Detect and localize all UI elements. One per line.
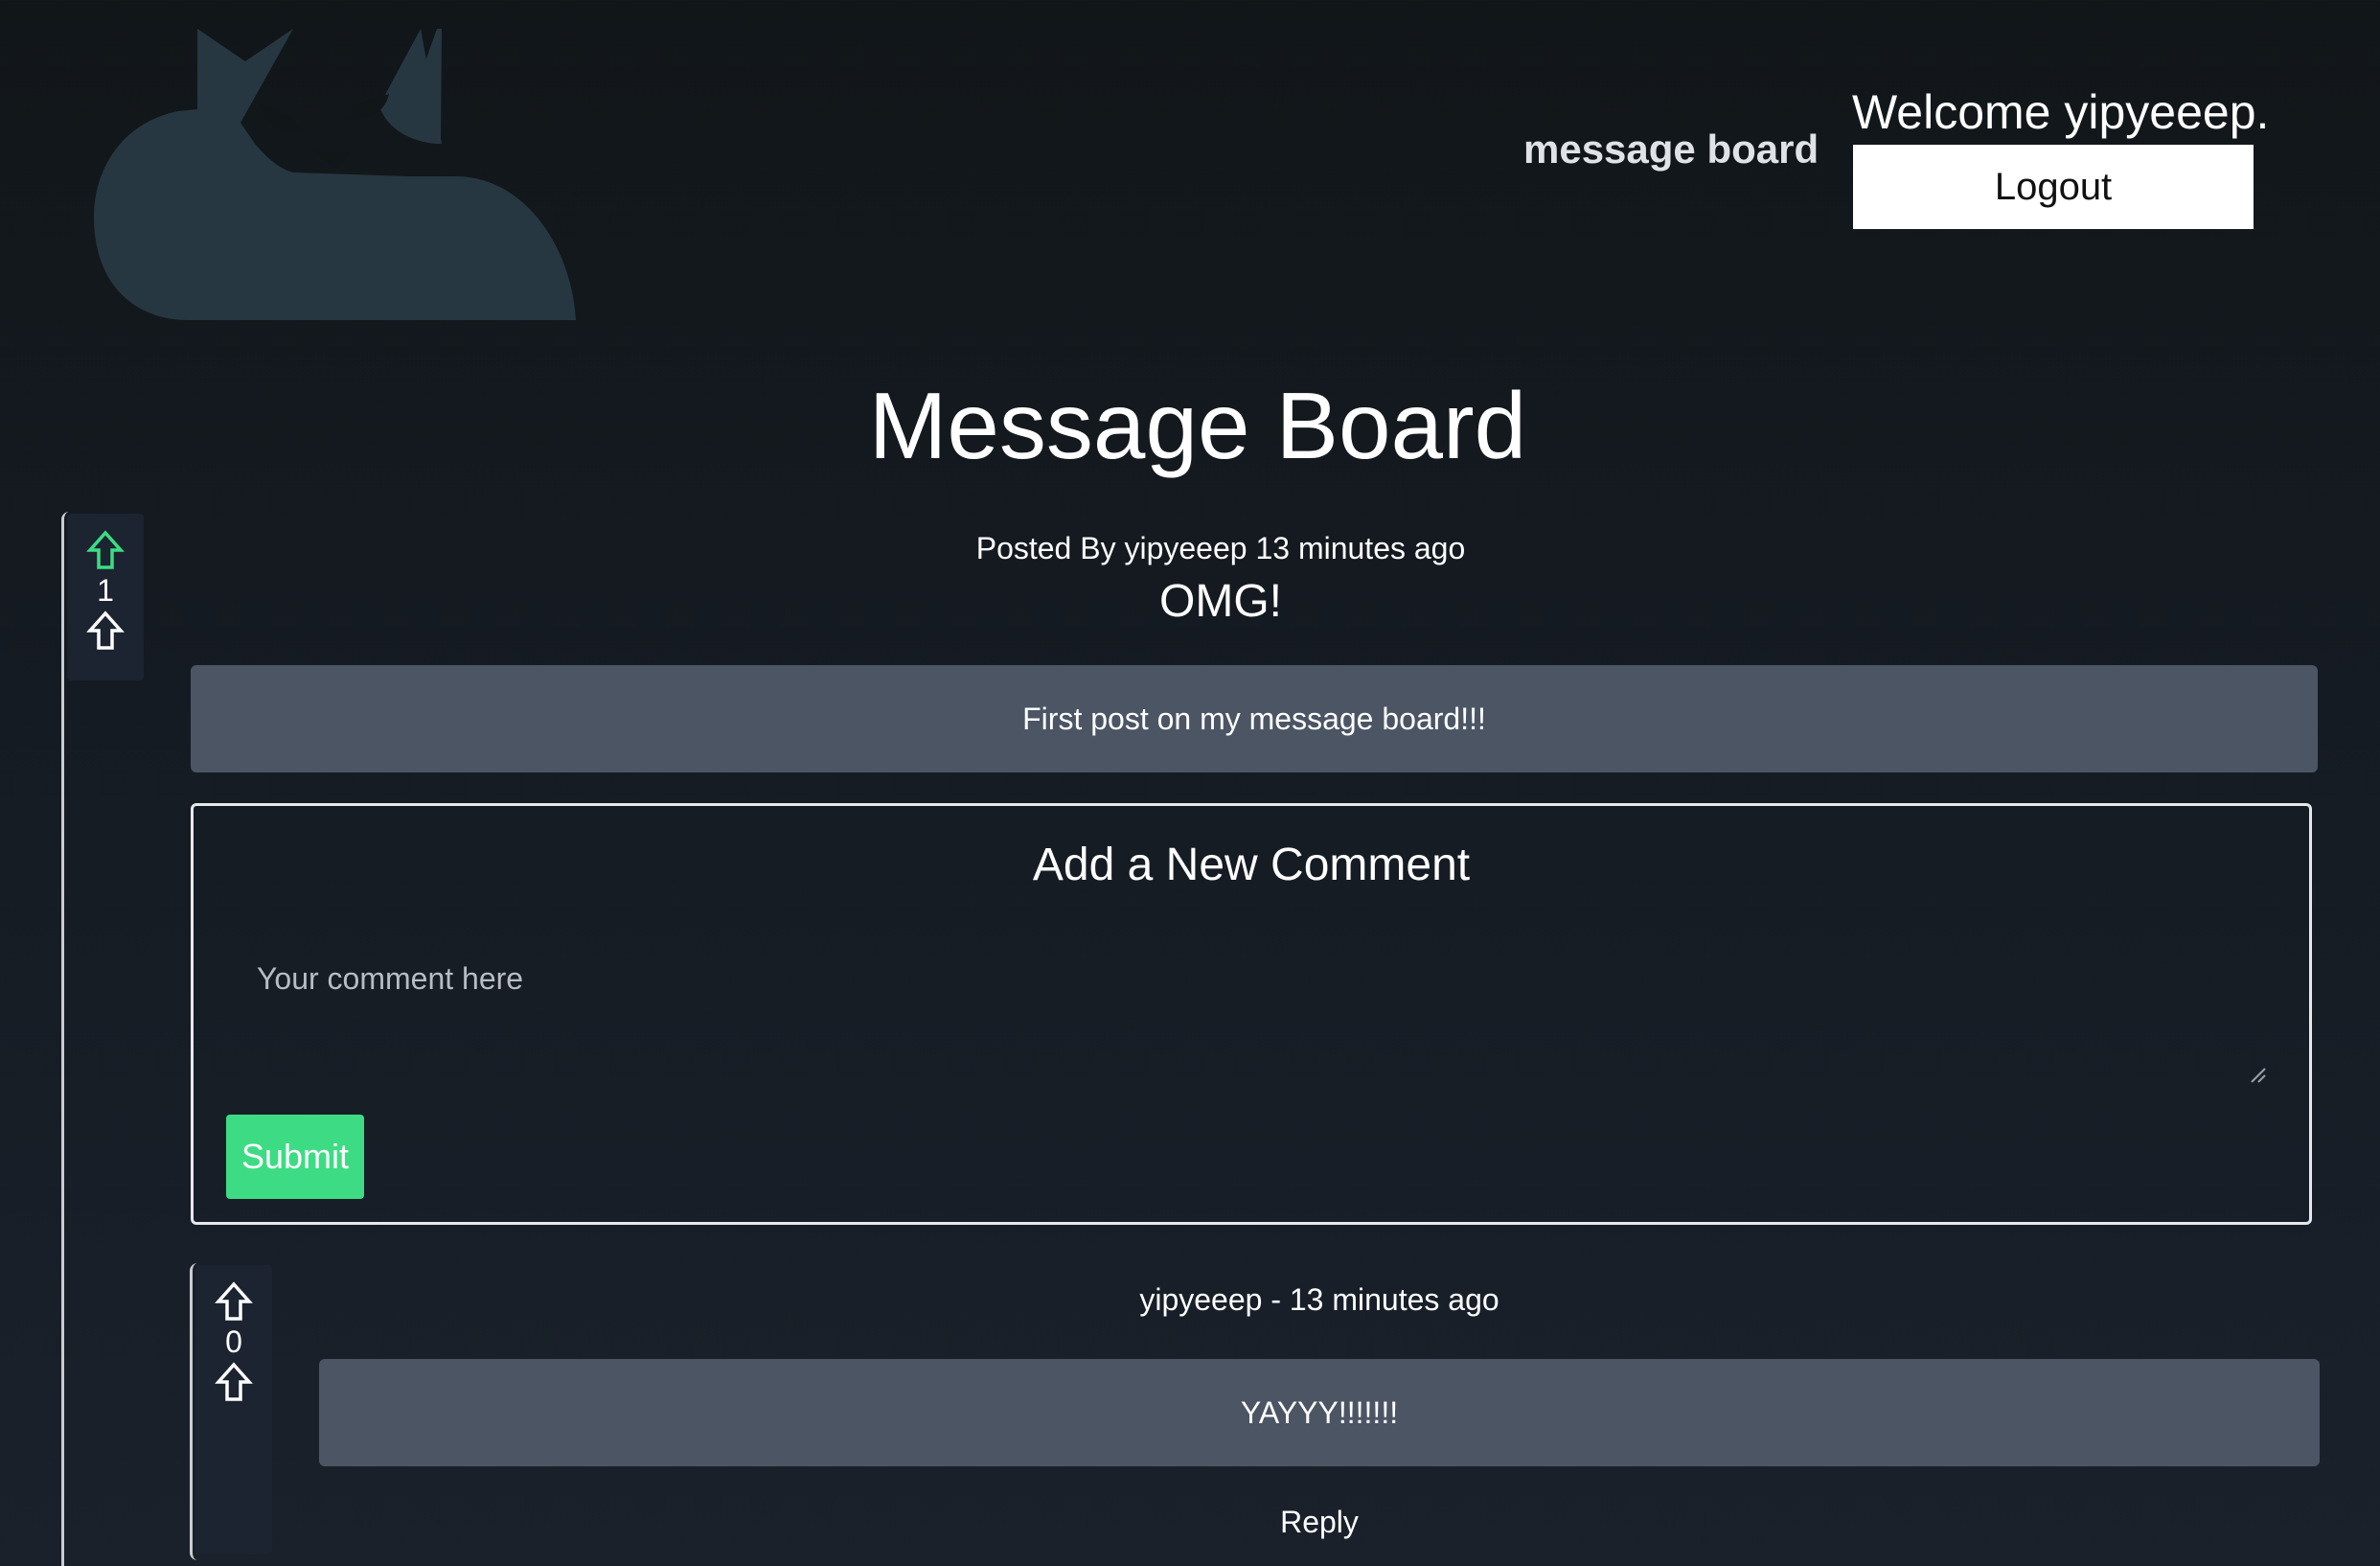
- comment-meta: yipyeeep - 13 minutes ago: [1139, 1282, 1499, 1317]
- post-meta: Posted By yipyeeep 13 minutes ago: [975, 531, 1466, 565]
- post-vote-count: 1: [97, 573, 114, 608]
- post-card: 1 Posted By yipyeeep 13 minutes ago OMG!…: [61, 512, 2380, 1566]
- upvote-arrow-up-icon[interactable]: [86, 529, 125, 571]
- comment-vote-count: 0: [225, 1324, 242, 1359]
- comment-card: 0 yipyeeep - 13 minutes ago YAYYY!!!!!!!…: [190, 1263, 2320, 1560]
- page-title: Message Board: [868, 373, 1527, 478]
- comment-upvote-arrow-up-icon[interactable]: [215, 1280, 253, 1323]
- welcome-text: Welcome yipyeeep.: [1852, 85, 2270, 139]
- downvote-arrow-up-icon[interactable]: [86, 610, 125, 652]
- logout-button[interactable]: Logout: [1853, 145, 2254, 229]
- comment-form: Add a New Comment Submit: [191, 803, 2312, 1225]
- comment-body: YAYYY!!!!!!!: [319, 1359, 2320, 1466]
- comment-form-title: Add a New Comment: [1032, 840, 1471, 890]
- comment-input[interactable]: [226, 950, 2273, 1074]
- comment-downvote-arrow-up-icon[interactable]: [215, 1361, 253, 1403]
- post-vote-box: 1: [67, 514, 144, 680]
- post-body: First post on my message board!!!: [191, 665, 2318, 772]
- fox-logo: [94, 29, 576, 320]
- comment-vote-box: 0: [195, 1265, 272, 1554]
- submit-button[interactable]: Submit: [226, 1115, 364, 1199]
- post-title: OMG!: [1159, 576, 1282, 627]
- nav-message-board[interactable]: message board: [1523, 127, 1819, 173]
- resize-handle-icon[interactable]: [2250, 1067, 2267, 1084]
- reply-button[interactable]: Reply: [319, 1505, 2320, 1540]
